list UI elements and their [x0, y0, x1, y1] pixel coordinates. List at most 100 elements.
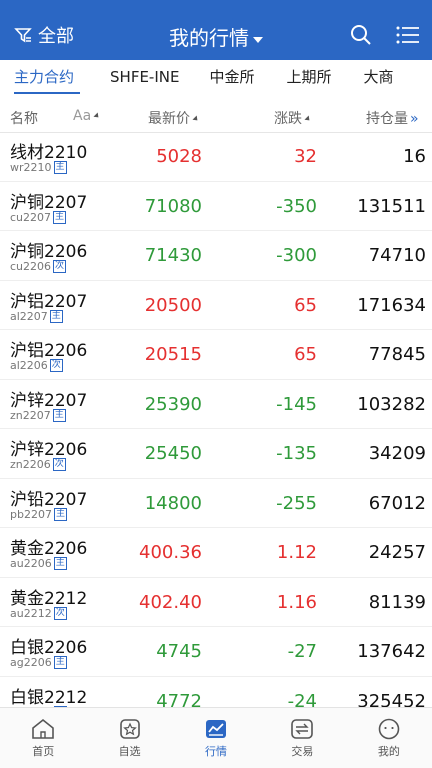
contract-code-group: al2207 主: [10, 309, 63, 323]
contract-tag-badge: 主: [53, 557, 67, 570]
page-title: 我的行情: [169, 26, 249, 50]
open-interest: 81139: [368, 591, 426, 613]
sort-icon: [93, 112, 101, 120]
contract-name: 沪铜2206: [10, 242, 88, 262]
last-price: 5028: [156, 146, 202, 167]
quote-row[interactable]: 线材2210 wr2210 主 5028 32 16: [0, 132, 432, 182]
column-header: 名称 Aa 最新价 涨跌 持仓量»: [0, 100, 432, 133]
last-price: 71080: [144, 195, 202, 217]
transfer-icon: [291, 719, 314, 739]
open-interest: 137642: [357, 641, 426, 662]
quote-row[interactable]: 沪铜2206 cu2206 次 71430 -300 74710: [0, 231, 432, 281]
contract-name: 沪铝2207: [10, 291, 88, 312]
column-open-interest[interactable]: 持仓量»: [366, 108, 419, 128]
last-price: 20500: [144, 294, 202, 316]
contract-tag-badge: 主: [52, 408, 66, 422]
price-change: -135: [276, 443, 317, 464]
tab-dce[interactable]: 大商: [332, 60, 394, 100]
quote-row[interactable]: 沪铝2207 al2207 主 20500 65 171634: [0, 281, 432, 330]
contract-code-group: au2212 次: [10, 606, 67, 620]
tabbar-profile[interactable]: 我的: [346, 708, 432, 768]
contract-code-group: wr2210 主: [10, 161, 67, 174]
contract-code: wr2210: [10, 161, 52, 174]
price-change: -350: [276, 195, 317, 217]
price-change: 1.16: [276, 591, 317, 613]
tabbar-favorites-label: 自选: [118, 745, 141, 758]
tabbar-trade[interactable]: 交易: [259, 708, 345, 768]
open-interest: 74710: [368, 245, 426, 266]
menu-list-icon[interactable]: [396, 25, 420, 45]
contract-name: 沪铅2207: [10, 489, 88, 510]
font-size-label: Aa: [73, 108, 92, 124]
quote-row[interactable]: 沪铝2206 al2206 次 20515 65 77845: [0, 330, 432, 380]
tab-main-contracts[interactable]: 主力合约: [0, 60, 81, 100]
quote-row[interactable]: 白银2206 ag2206 主 4745 -27 137642: [0, 627, 432, 677]
contract-name: 黄金2212: [10, 588, 88, 609]
price-change: 32: [294, 146, 317, 167]
column-name[interactable]: 名称: [10, 108, 38, 128]
column-oi-label: 持仓量: [366, 111, 408, 127]
contract-tag-badge: 次: [49, 359, 63, 372]
last-price: 400.36: [139, 542, 202, 563]
contract-code-group: au2206 主: [10, 557, 67, 570]
tabbar-quotes[interactable]: 行情: [173, 708, 259, 768]
contract-tag-badge: 次: [52, 458, 66, 471]
bottom-tab-bar: 首页 自选 行情 交易 我的: [0, 707, 432, 768]
column-change[interactable]: 涨跌: [274, 108, 312, 128]
price-change: 65: [294, 294, 317, 316]
quote-row[interactable]: 沪锌2206 zn2206 次 25450 -135 34209: [0, 429, 432, 479]
contract-tag-badge: 次: [53, 260, 67, 273]
quote-row[interactable]: 黄金2206 au2206 主 400.36 1.12 24257: [0, 528, 432, 578]
quote-row[interactable]: 沪锌2207 zn2207 主 25390 -145 103282: [0, 380, 432, 429]
contract-code: al2207: [10, 309, 48, 323]
contract-code-group: zn2206 次: [10, 458, 66, 471]
contract-code: cu2206: [10, 260, 52, 273]
column-price[interactable]: 最新价: [148, 108, 200, 128]
contract-code: au2206: [10, 557, 52, 570]
sort-icon: [192, 115, 200, 123]
price-change: -27: [287, 641, 317, 662]
font-size-toggle[interactable]: Aa: [73, 108, 101, 124]
open-interest: 16: [403, 146, 426, 167]
contract-code: au2212: [10, 606, 52, 620]
contract-tag-badge: 次: [53, 606, 67, 620]
contract-code-group: cu2206 次: [10, 260, 67, 273]
contract-name: 线材2210: [10, 143, 88, 163]
contract-code-group: pb2207 主: [10, 507, 67, 521]
open-interest: 171634: [357, 294, 426, 316]
last-price: 402.40: [139, 591, 202, 613]
tab-shfe[interactable]: 上期所: [254, 60, 331, 100]
contract-name: 白银2206: [10, 638, 88, 658]
price-change: -145: [276, 393, 317, 415]
open-interest: 77845: [368, 344, 426, 365]
open-interest: 103282: [357, 393, 426, 415]
last-price: 25390: [144, 393, 202, 415]
search-icon[interactable]: [350, 24, 372, 46]
last-price: 25450: [144, 443, 202, 464]
tabbar-favorites[interactable]: 自选: [86, 708, 172, 768]
open-interest: 67012: [368, 492, 426, 514]
contract-code: zn2207: [10, 408, 51, 422]
sort-icon: [304, 115, 312, 123]
contract-name: 黄金2206: [10, 539, 88, 559]
exchange-tabs: 主力合约 SHFE-INE 中金所 上期所 大商: [0, 60, 432, 100]
contract-tag-badge: 主: [49, 309, 63, 323]
tabbar-home[interactable]: 首页: [0, 708, 86, 768]
quote-row[interactable]: 沪铅2207 pb2207 主 14800 -255 67012: [0, 479, 432, 528]
open-interest: 131511: [357, 195, 426, 217]
quote-row[interactable]: 沪铜2207 cu2207 主 71080 -350 131511: [0, 182, 432, 231]
chart-icon: [206, 720, 227, 738]
price-change: -255: [276, 492, 317, 514]
contract-tag-badge: 主: [53, 161, 67, 174]
contract-code: cu2207: [10, 210, 52, 224]
quote-row[interactable]: 黄金2212 au2212 次 402.40 1.16 81139: [0, 578, 432, 627]
double-arrow-right-icon[interactable]: »: [410, 111, 419, 127]
column-change-label: 涨跌: [274, 111, 302, 127]
home-icon: [32, 718, 55, 739]
tab-cffex[interactable]: 中金所: [179, 60, 254, 100]
tab-shfe-ine[interactable]: SHFE-INE: [80, 60, 179, 100]
quote-list: 线材2210 wr2210 主 5028 32 16 沪铜2207 cu2207 主 71080-…: [0, 132, 432, 726]
contract-name: 沪锌2206: [10, 440, 88, 460]
last-price: 71430: [144, 245, 202, 266]
contract-code: pb2207: [10, 507, 52, 521]
